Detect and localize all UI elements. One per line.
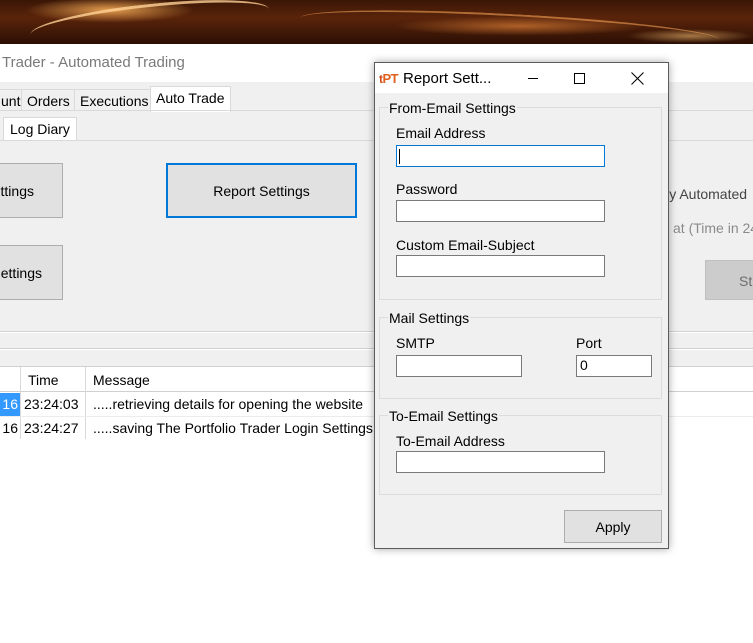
password-field[interactable] — [396, 200, 605, 222]
to-email-group-label: To-Email Settings — [388, 408, 499, 424]
from-email-group-label: From-Email Settings — [388, 100, 517, 116]
minimize-icon — [528, 77, 538, 79]
app-logo-icon: tPT — [379, 71, 399, 86]
password-label: Password — [396, 181, 458, 197]
mail-settings-group-label: Mail Settings — [388, 310, 471, 326]
subtab-log-diary[interactable]: Log Diary — [3, 117, 77, 141]
date-cell: 16 — [2, 420, 18, 436]
column-divider — [85, 367, 86, 439]
maximize-button[interactable] — [557, 63, 601, 93]
smtp-field[interactable] — [396, 355, 522, 377]
column-header-time[interactable]: Time — [28, 372, 59, 388]
custom-subject-field[interactable] — [396, 255, 605, 277]
time-cell: 23:24:27 — [24, 420, 79, 436]
email-address-field[interactable] — [396, 145, 605, 167]
maximize-icon — [573, 72, 585, 84]
dialog-title: Report Sett... — [403, 70, 492, 87]
column-header-message[interactable]: Message — [93, 372, 150, 388]
email-address-label: Email Address — [396, 125, 486, 141]
tab-orders[interactable]: Orders — [21, 89, 76, 111]
start-button[interactable]: St — [705, 260, 753, 300]
date-cell: 16 — [0, 393, 20, 416]
apply-button[interactable]: Apply — [564, 510, 662, 543]
report-settings-button[interactable]: Report Settings — [166, 163, 357, 218]
screen: Trader - Automated Trading unt Orders Ex… — [0, 0, 753, 643]
smtp-label: SMTP — [396, 335, 435, 351]
tab-auto-trade[interactable]: Auto Trade — [150, 86, 231, 112]
main-window-title: Trader - Automated Trading — [2, 54, 185, 71]
column-divider — [20, 367, 21, 439]
time-cell: 23:24:03 — [24, 396, 79, 412]
time-label: at (Time in 24 — [673, 220, 753, 236]
settings-button-bottom[interactable]: ettings — [0, 245, 63, 300]
port-field[interactable]: 0 — [576, 355, 652, 377]
tab-executions[interactable]: Executions — [74, 89, 155, 111]
port-label: Port — [576, 335, 602, 351]
to-email-address-label: To-Email Address — [396, 433, 505, 449]
text-caret — [399, 149, 400, 164]
automated-label: ily Automated — [663, 186, 748, 202]
message-cell: .....saving The Portfolio Trader Login S… — [93, 420, 373, 436]
desktop-wallpaper — [0, 0, 753, 55]
message-cell: .....retrieving details for opening the … — [93, 396, 364, 412]
minimize-button[interactable] — [511, 63, 555, 93]
report-settings-dialog: tPT Report Sett... From-Email Settings E… — [374, 62, 669, 549]
close-button[interactable] — [615, 63, 659, 93]
settings-button-top[interactable]: ttings — [0, 163, 63, 218]
dialog-titlebar[interactable]: tPT Report Sett... — [375, 63, 668, 93]
custom-subject-label: Custom Email-Subject — [396, 237, 535, 253]
to-email-address-field[interactable] — [396, 451, 605, 473]
close-icon — [631, 72, 644, 85]
